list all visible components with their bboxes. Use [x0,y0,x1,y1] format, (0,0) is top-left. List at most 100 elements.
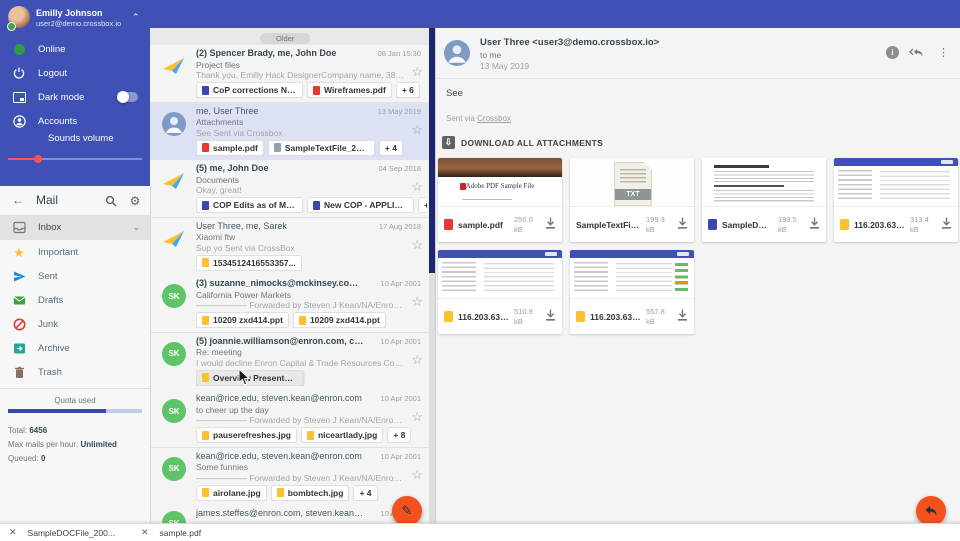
folder-label: Archive [38,343,70,354]
attachment-card[interactable]: SampleDOCFile_... 199.5kB [702,158,826,242]
more-attachments-chip[interactable]: + 8 [387,427,411,443]
download-button[interactable] [545,308,556,326]
attachment-preview: Adobe PDF Sample File [438,158,562,207]
sounds-volume-slider[interactable] [8,155,142,163]
sidebar-item-sent[interactable]: Sent [0,264,150,289]
attachment-chip[interactable]: niceartlady.jpg [301,427,383,443]
download-box-icon: ⇩ [442,136,455,149]
close-icon[interactable]: ✕ [141,527,149,538]
attachment-chip[interactable]: 10209 zxd414.ppt [293,312,386,328]
download-button[interactable] [677,308,688,326]
star-toggle[interactable]: ☆ [411,352,423,368]
email-row[interactable]: SK james.steffes@enron.com, steven.kean@… [150,505,429,523]
star-toggle[interactable]: ☆ [411,122,423,138]
email-row[interactable]: SK kean@rice.edu, steven.kean@enron.com … [150,448,429,506]
close-icon[interactable]: ✕ [9,527,17,538]
download-button[interactable] [545,216,556,234]
sidebar-item-junk[interactable]: Junk [0,312,150,337]
attachment-chip[interactable]: sample.pdf [196,140,264,156]
attachment-card[interactable]: 116.203.63.82_5... 510.9kB [438,250,562,334]
star-toggle[interactable]: ☆ [411,64,423,80]
download-button[interactable] [941,216,952,234]
star-toggle[interactable]: ☆ [411,237,423,253]
compose-button[interactable]: ✎ [392,496,422,526]
ppt-file-icon [202,373,209,382]
attachment-chip[interactable]: New COP - APPLICA... [307,197,414,213]
sidebar-item-archive[interactable]: Archive [0,336,150,361]
older-chip[interactable]: Older [260,33,310,44]
email-date: 08 Jan 15:30 [378,49,421,58]
sidebar-item-trash[interactable]: Trash [0,360,150,385]
message-menu-button[interactable]: ⋮ [938,46,949,59]
crossbox-link[interactable]: Crossbox [477,114,511,123]
downloaded-file-tab[interactable]: SampleDOCFile_200... [28,528,115,538]
more-attachments-chip[interactable]: + 7 [418,197,427,213]
attachment-chip[interactable]: SampleTextFile_200... [268,140,375,156]
email-row[interactable]: User Three, me, Sarek 17 Aug 2018 Xiaomi… [150,218,429,276]
reply-button[interactable] [916,496,946,526]
email-row[interactable]: SK (3) suzanne_nimocks@mckinsey.com, sus… [150,275,429,333]
quota-progress-bar [8,409,142,413]
email-row-selected[interactable]: me, User Three 13 May 2019 Attachments S… [150,103,429,161]
more-attachments-chip[interactable]: + 6 [396,82,420,98]
sidebar-item-important[interactable]: ★ Important [0,240,150,265]
downloaded-file-tab[interactable]: sample.pdf [160,528,202,538]
attachment-chip[interactable]: bombtech.jpg [271,485,350,501]
attachment-chip[interactable]: COP Edits as of May... [196,197,303,213]
mail-back-button[interactable]: ← [12,193,24,207]
email-date: 10 Apr 2001 [381,394,421,403]
attachment-card[interactable]: 116.203.63.82_5... 313.4kB [834,158,958,242]
mail-search-button[interactable] [104,194,118,208]
account-switcher[interactable]: Emilly Johnson user2@demo.crossbox.io ⌃ [0,2,150,32]
star-toggle[interactable]: ☆ [411,467,423,483]
sidebar-divider [0,388,150,389]
star-toggle[interactable]: ☆ [411,409,423,425]
attachment-chip[interactable]: CoP corrections NE... [196,82,303,98]
message-info-button[interactable]: i [886,46,899,59]
download-all-button[interactable]: ⇩ DOWNLOAD ALL ATTACHMENTS [442,136,603,149]
mail-settings-button[interactable]: ⚙ [128,194,142,208]
more-attachments-chip[interactable]: + 4 [353,485,377,501]
slider-knob[interactable] [34,155,42,163]
email-subject: Xiaomi ftw [196,232,405,242]
star-toggle[interactable]: ☆ [411,294,423,310]
doc-file-icon [202,201,209,210]
email-subject: to cheer up the day [196,405,405,415]
attachment-size: 313.4kB [910,215,936,234]
trash-icon [12,366,26,380]
attachment-card[interactable]: 116.203.63.82_5... 557.8kB [570,250,694,334]
sidebar-item-dark-mode[interactable]: Dark mode [0,85,150,109]
email-date: 10 Apr 2001 [381,337,421,346]
sidebar-item-inbox[interactable]: Inbox ⌄ [0,215,150,240]
paper-plane-icon [162,227,186,251]
email-sender: kean@rice.edu, steven.kean@enron.com [196,393,365,403]
attachment-chip[interactable]: 10209 zxd414.ppt [196,312,289,328]
doc-file-icon [708,219,717,230]
attachment-card[interactable]: Adobe PDF Sample File sample.pdf 256.0kB [438,158,562,242]
star-toggle[interactable]: ☆ [411,179,423,195]
more-attachments-chip[interactable]: + 4 [379,140,403,156]
dark-mode-toggle[interactable] [118,92,138,102]
folder-label: Trash [38,367,62,378]
download-button[interactable] [677,216,688,234]
email-row[interactable]: (5) me, John Doe 04 Sep 2018 Documents O… [150,160,429,218]
reply-all-button[interactable] [908,46,923,59]
sidebar-item-accounts[interactable]: Accounts [0,109,150,133]
attachment-chip[interactable]: airolane.jpg [196,485,267,501]
sidebar-item-logout[interactable]: Logout [0,61,150,85]
attachment-preview [834,158,958,207]
download-button[interactable] [809,216,820,234]
email-row[interactable]: SK kean@rice.edu, steven.kean@enron.com … [150,390,429,448]
attachment-chip[interactable]: 1534512416553357... [196,255,302,271]
email-row[interactable]: (2) Spencer Brady, me, John Doe 08 Jan 1… [150,45,429,103]
email-row[interactable]: SK (5) joannie.williamson@enron.com, chr… [150,333,429,391]
ppt-file-icon [299,316,306,325]
attachment-chip[interactable]: Wireframes.pdf [307,82,392,98]
folder-label: Important [38,247,78,258]
sidebar-item-drafts[interactable]: Drafts [0,288,150,313]
person-icon [12,114,26,128]
attachment-chip[interactable]: pauserefreshes.jpg [196,427,297,443]
email-list: Older (2) Spencer Brady, me, John Doe 08… [150,28,436,523]
attachment-card[interactable]: TXT SampleTextFile_20.. 199.3kB [570,158,694,242]
sidebar-item-online[interactable]: Online [0,37,150,61]
